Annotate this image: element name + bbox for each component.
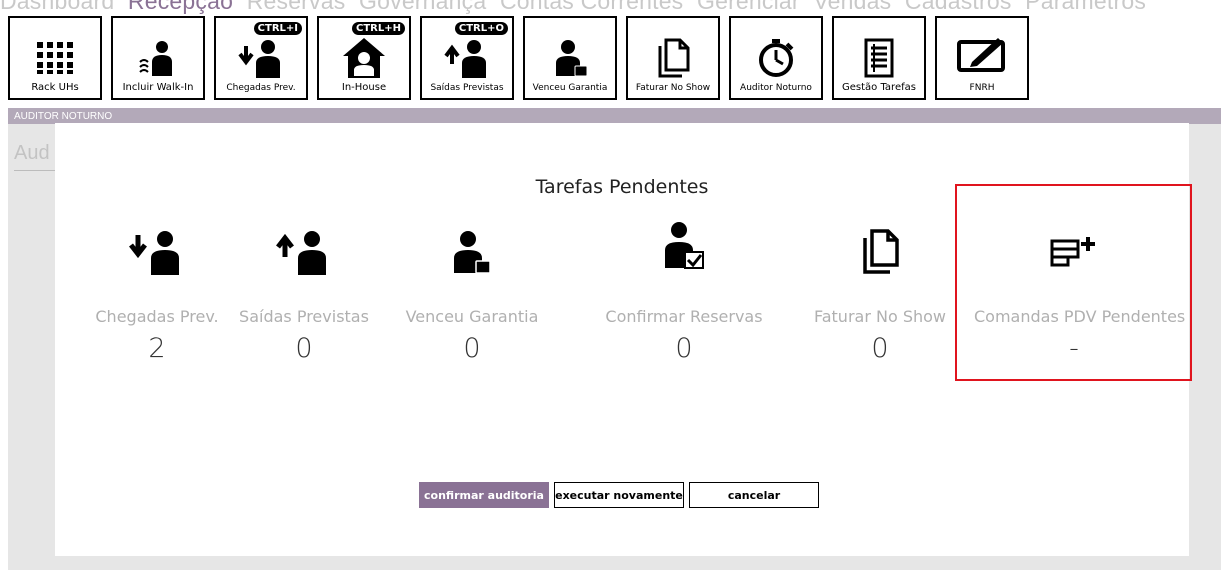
stopwatch-icon	[731, 36, 821, 80]
task-label: Venceu Garantia	[405, 307, 539, 326]
nav-vendas[interactable]: Vendas	[813, 0, 891, 14]
walk-in-icon	[113, 36, 203, 80]
arrival-person-icon	[216, 36, 306, 80]
highlight-box	[955, 184, 1192, 381]
shortcut-badge: CTRL+I	[253, 22, 302, 35]
nav-cadastros[interactable]: Cadastros	[905, 0, 1012, 14]
saidas-previstas-label: Saídas Previstas	[430, 83, 504, 93]
task-count: 0	[463, 333, 481, 364]
saidas-previstas-button[interactable]: CTRL+O Saídas Previstas	[420, 16, 514, 100]
cancelar-button[interactable]: cancelar	[689, 482, 819, 508]
rack-uhs-label: Rack UHs	[31, 82, 79, 93]
incluir-walk-in-label: Incluir Walk-In	[122, 82, 194, 93]
auditor-noturno-label: Auditor Noturno	[740, 83, 812, 93]
nav-parametros[interactable]: Parâmetros	[1025, 0, 1146, 14]
guarantee-person-icon	[372, 217, 572, 287]
task-label: Faturar No Show	[813, 307, 946, 326]
fnrh-button[interactable]: FNRH	[935, 16, 1029, 100]
guarantee-person-icon	[525, 36, 615, 80]
task-list-icon	[834, 36, 924, 80]
gestao-tarefas-label: Gestão Tarefas	[842, 82, 916, 93]
document-icon	[780, 217, 980, 287]
gestao-tarefas-button[interactable]: Gestão Tarefas	[832, 16, 926, 100]
venceu-garantia-button[interactable]: Venceu Garantia	[523, 16, 617, 100]
task-label: Confirmar Reservas	[605, 307, 763, 326]
grid-icon	[10, 36, 100, 80]
chegadas-prev-label: Chegadas Prev.	[226, 83, 296, 93]
chegadas-prev-button[interactable]: CTRL+I Chegadas Prev.	[214, 16, 308, 100]
nav-contas-correntes[interactable]: Contas Correntes	[500, 0, 683, 14]
confirm-person-icon	[584, 211, 784, 281]
confirmar-auditoria-button[interactable]: confirmar auditoria	[419, 482, 549, 508]
nav-recepcao[interactable]: Recepção	[128, 0, 233, 14]
rack-uhs-button[interactable]: Rack UHs	[8, 16, 102, 100]
nav-governanca[interactable]: Governança	[359, 0, 486, 14]
incluir-walk-in-button[interactable]: Incluir Walk-In	[111, 16, 205, 100]
task-confirmar-reservas: Confirmar Reservas 0	[584, 217, 784, 367]
nav-reservas[interactable]: Reservas	[247, 0, 346, 14]
nav-gerenciar[interactable]: Gerenciar	[697, 0, 800, 14]
in-house-button[interactable]: CTRL+H In-House	[317, 16, 411, 100]
executar-novamente-button[interactable]: executar novamente	[554, 482, 684, 508]
top-nav: Dashboard Recepção Reservas Governança C…	[0, 0, 1153, 14]
task-faturar-no-show: Faturar No Show 0	[780, 217, 980, 367]
task-venceu-garantia: Venceu Garantia 0	[372, 217, 572, 367]
faturar-no-show-button[interactable]: Faturar No Show	[626, 16, 720, 100]
task-count: 0	[871, 333, 889, 364]
pending-tasks-dialog: Tarefas Pendentes Chegadas Prev. 2 Saída…	[55, 123, 1192, 556]
departure-person-icon	[422, 36, 512, 80]
house-person-icon	[319, 36, 409, 80]
task-count: 0	[675, 333, 693, 364]
shortcut-badge: CTRL+O	[454, 22, 508, 35]
document-icon	[628, 36, 718, 80]
faturar-no-show-label: Faturar No Show	[635, 83, 711, 93]
in-house-label: In-House	[341, 82, 387, 93]
venceu-garantia-label: Venceu Garantia	[532, 83, 608, 93]
nav-dashboard[interactable]: Dashboard	[0, 0, 114, 14]
auditor-noturno-button[interactable]: Auditor Noturno	[729, 16, 823, 100]
fnrh-label: FNRH	[969, 83, 995, 93]
shortcut-badge: CTRL+H	[352, 22, 405, 35]
pen-edit-icon	[937, 32, 1027, 76]
auditor-panel-header: AUDITOR NOTURNO	[8, 108, 1221, 124]
